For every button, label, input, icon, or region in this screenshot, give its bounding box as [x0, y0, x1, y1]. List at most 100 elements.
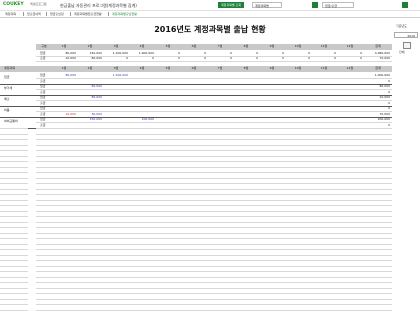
empty-row-line — [36, 150, 392, 151]
empty-row-line — [36, 254, 392, 256]
empty-row-line — [36, 232, 392, 234]
empty-row-left — [0, 232, 28, 234]
account-name: 입금 — [4, 75, 10, 79]
row-divider — [36, 61, 392, 62]
empty-row-left — [0, 194, 28, 195]
empty-row-left — [0, 177, 28, 179]
empty-row-left — [0, 276, 28, 278]
empty-row-left — [0, 287, 28, 289]
empty-row-line — [36, 177, 392, 179]
empty-row-left — [0, 199, 28, 201]
month-header: 7월 — [217, 44, 223, 48]
month-header: 9월 — [269, 44, 275, 48]
empty-row-line — [36, 161, 392, 162]
month-header: 8월 — [243, 66, 249, 70]
empty-row-line — [36, 139, 392, 140]
empty-row-left — [0, 205, 28, 206]
empty-row-left — [0, 249, 28, 250]
empty-row-left — [0, 227, 28, 228]
empty-row-line — [36, 144, 392, 146]
empty-row-line — [36, 216, 392, 217]
empty-row-left — [0, 139, 28, 140]
empty-row-line — [36, 199, 392, 201]
month-header: 10월 — [294, 66, 302, 70]
empty-row-left — [0, 309, 28, 311]
empty-row-line — [36, 227, 392, 228]
account-divider — [0, 83, 392, 85]
month-header: 12월 — [346, 44, 354, 48]
empty-row-line — [36, 155, 392, 157]
empty-row-line — [36, 282, 392, 283]
empty-row-left — [0, 166, 28, 168]
month-header: 2월 — [87, 44, 93, 48]
month-header: 4월 — [139, 44, 145, 48]
empty-row-left — [0, 161, 28, 162]
empty-row-line — [36, 172, 392, 173]
account-divider — [0, 94, 392, 96]
report-table: 구분 1월 2월 3월 4월 5월 6월 7월 8월 9월 10월 11월 12월 합계 입금 80,000 1… — [0, 0, 420, 315]
empty-row-left — [0, 265, 28, 267]
empty-row-left — [0, 128, 28, 129]
empty-row-line — [36, 205, 392, 206]
month-header: 8월 — [243, 44, 249, 48]
month-header: 3월 — [113, 44, 119, 48]
empty-row-line — [36, 260, 392, 261]
month-header: 6월 — [191, 44, 197, 48]
month-header: 6월 — [191, 66, 197, 70]
empty-row-left — [0, 221, 28, 223]
account-name: 매출 — [4, 97, 10, 101]
month-header: 10월 — [294, 44, 302, 48]
empty-row-line — [36, 265, 392, 267]
empty-row-line — [36, 293, 392, 294]
empty-row-line — [36, 243, 392, 245]
month-header: 5월 — [165, 66, 171, 70]
empty-row-line — [36, 194, 392, 195]
empty-row-line — [36, 166, 392, 168]
account-divider — [0, 105, 392, 107]
empty-row-line — [36, 183, 392, 184]
empty-row-line — [36, 133, 392, 135]
empty-row-line — [36, 210, 392, 212]
month-header: 합계 — [375, 66, 381, 70]
empty-row-line — [36, 287, 392, 289]
empty-row-left — [0, 183, 28, 184]
empty-row-line — [36, 304, 392, 305]
empty-row-left — [0, 172, 28, 173]
empty-row-left — [0, 144, 28, 146]
empty-row-line — [36, 188, 392, 190]
empty-row-left — [0, 188, 28, 190]
account-name: 여비교통비 — [4, 119, 18, 123]
empty-row-line — [36, 221, 392, 223]
empty-row-left — [0, 216, 28, 217]
empty-row-left — [0, 271, 28, 272]
month-header: 4월 — [139, 66, 145, 70]
empty-row-left — [0, 210, 28, 212]
row-divider — [36, 89, 392, 90]
month-header: 9월 — [269, 66, 275, 70]
month-header: 1월 — [61, 66, 67, 70]
empty-row-left — [0, 238, 28, 239]
row-divider — [36, 100, 392, 101]
empty-row-line — [36, 128, 392, 129]
month-header: 3월 — [113, 66, 119, 70]
month-header: 5월 — [165, 44, 171, 48]
empty-row-line — [36, 271, 392, 272]
month-header: 11월 — [320, 44, 328, 48]
month-header: 합계 — [375, 44, 381, 48]
empty-row-line — [36, 276, 392, 278]
empty-row-left — [0, 298, 28, 300]
account-name: 부가세 — [4, 86, 13, 90]
empty-row-left — [0, 243, 28, 245]
empty-row-left — [0, 155, 28, 157]
summary-header-label: 구분 — [41, 44, 47, 48]
month-header: 11월 — [320, 66, 328, 70]
empty-row-line — [36, 238, 392, 239]
empty-row-line — [36, 249, 392, 250]
account-header-label: 계정과목 — [4, 66, 16, 70]
empty-row-left — [0, 260, 28, 261]
month-header: 12월 — [346, 66, 354, 70]
empty-row-left — [0, 304, 28, 305]
account-name: 비품 — [4, 108, 10, 112]
month-header: 1월 — [61, 44, 67, 48]
empty-row-left — [0, 133, 28, 135]
